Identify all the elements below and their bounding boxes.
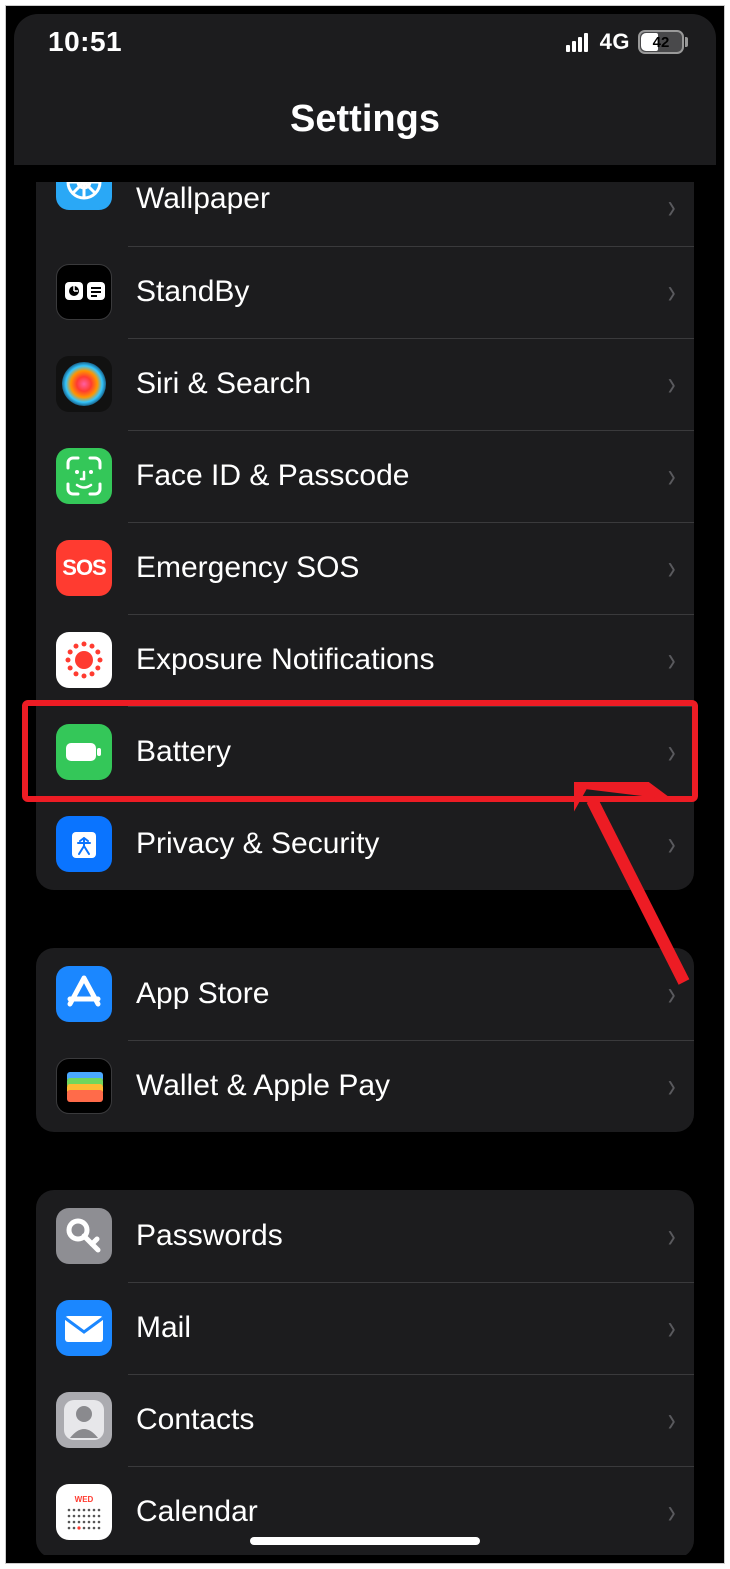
standby-icon	[56, 264, 112, 320]
chevron-right-icon: ›	[667, 825, 689, 864]
row-label: Passwords	[136, 1219, 663, 1253]
settings-row-appstore[interactable]: App Store›	[36, 948, 694, 1040]
row-label: Contacts	[136, 1403, 663, 1437]
privacy-icon	[56, 816, 112, 872]
faceid-icon	[56, 448, 112, 504]
svg-text:WED: WED	[75, 1495, 94, 1504]
settings-row-wallpaper[interactable]: Wallpaper›	[36, 182, 694, 246]
settings-row-exposure[interactable]: Exposure Notifications›	[36, 614, 694, 706]
home-indicator[interactable]	[250, 1537, 480, 1545]
row-label: Exposure Notifications	[136, 643, 663, 677]
calendar-icon: WED	[56, 1484, 112, 1540]
status-bar: 10:51 4G 42	[14, 14, 716, 70]
settings-row-passwords[interactable]: Passwords›	[36, 1190, 694, 1282]
chevron-right-icon: ›	[667, 457, 689, 496]
network-label: 4G	[600, 29, 630, 55]
chevron-right-icon: ›	[667, 549, 689, 588]
settings-row-wallet[interactable]: Wallet & Apple Pay›	[36, 1040, 694, 1132]
chevron-right-icon: ›	[667, 733, 689, 772]
row-label: App Store	[136, 977, 663, 1011]
settings-row-siri[interactable]: Siri & Search›	[36, 338, 694, 430]
settings-scroll[interactable]: Wallpaper›StandBy›Siri & Search›Face ID …	[14, 182, 716, 1555]
signal-icon	[566, 32, 588, 52]
row-label: Face ID & Passcode	[136, 459, 663, 493]
exposure-icon	[56, 632, 112, 688]
chevron-right-icon: ›	[667, 365, 689, 404]
settings-group: Passwords›Mail›Contacts›WEDCalendar›	[36, 1190, 694, 1555]
settings-row-sos[interactable]: SOS Emergency SOS›	[36, 522, 694, 614]
status-right: 4G 42	[566, 29, 688, 55]
chevron-right-icon: ›	[667, 1493, 689, 1532]
battery-indicator: 42	[638, 30, 688, 54]
row-label: Calendar	[136, 1495, 663, 1529]
row-label: Privacy & Security	[136, 827, 663, 861]
sos-icon: SOS	[56, 540, 112, 596]
passwords-icon	[56, 1208, 112, 1264]
page-title: Settings	[14, 98, 716, 141]
settings-group: Wallpaper›StandBy›Siri & Search›Face ID …	[36, 182, 694, 890]
mail-icon	[56, 1300, 112, 1356]
settings-row-privacy[interactable]: Privacy & Security›	[36, 798, 694, 890]
contacts-icon	[56, 1392, 112, 1448]
settings-row-battery[interactable]: Battery›	[36, 706, 694, 798]
nav-bar: Settings	[14, 70, 716, 165]
chevron-right-icon: ›	[667, 975, 689, 1014]
settings-row-contacts[interactable]: Contacts›	[36, 1374, 694, 1466]
row-label: Battery	[136, 735, 663, 769]
settings-group: App Store›Wallet & Apple Pay›	[36, 948, 694, 1132]
chevron-right-icon: ›	[667, 188, 689, 227]
row-label: Wallet & Apple Pay	[136, 1069, 663, 1103]
row-label: Siri & Search	[136, 367, 663, 401]
chevron-right-icon: ›	[667, 1067, 689, 1106]
appstore-icon	[56, 966, 112, 1022]
chevron-right-icon: ›	[667, 1217, 689, 1256]
battery-icon	[56, 724, 112, 780]
settings-row-mail[interactable]: Mail›	[36, 1282, 694, 1374]
row-label: Emergency SOS	[136, 551, 663, 585]
settings-row-standby[interactable]: StandBy›	[36, 246, 694, 338]
chevron-right-icon: ›	[667, 273, 689, 312]
wallet-icon	[56, 1058, 112, 1114]
row-label: StandBy	[136, 275, 663, 309]
chevron-right-icon: ›	[667, 1309, 689, 1348]
status-time: 10:51	[48, 26, 122, 58]
row-label: Mail	[136, 1311, 663, 1345]
wallpaper-icon	[56, 182, 112, 210]
row-label: Wallpaper	[136, 182, 663, 216]
siri-icon	[56, 356, 112, 412]
chevron-right-icon: ›	[667, 1401, 689, 1440]
chevron-right-icon: ›	[667, 641, 689, 680]
settings-row-faceid[interactable]: Face ID & Passcode›	[36, 430, 694, 522]
